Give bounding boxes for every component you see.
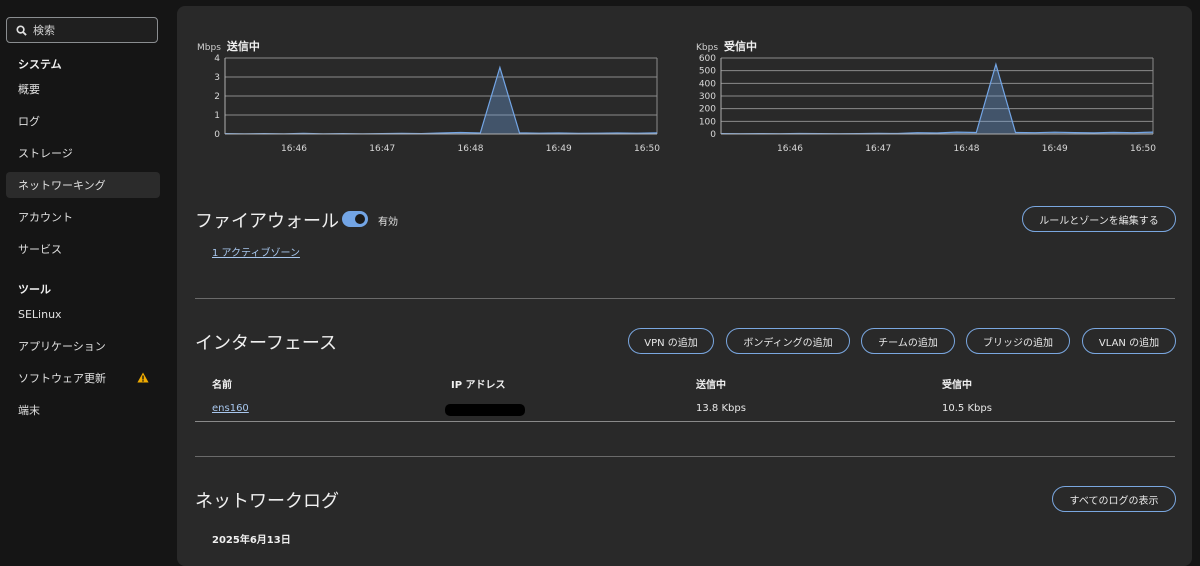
send-chart-y-tick-label: 2 bbox=[214, 92, 220, 102]
sidebar-item-label: 端末 bbox=[18, 404, 40, 417]
send-chart-unit: Mbps bbox=[197, 43, 221, 53]
receive-chart-unit: Kbps bbox=[696, 43, 719, 53]
receive-chart-series-line bbox=[720, 62, 1154, 135]
sidebar-item-logs[interactable]: ログ bbox=[6, 108, 160, 134]
show-all-logs-button[interactable]: すべてのログの表示 bbox=[1052, 486, 1176, 512]
sidebar-item-networking[interactable]: ネットワーキング bbox=[6, 172, 160, 198]
redacted-ip-address bbox=[445, 404, 525, 416]
send-chart-y-tick-label: 3 bbox=[214, 73, 220, 83]
interface-sending: 13.8 Kbps bbox=[696, 403, 746, 414]
receive-chart-x-tick-label: 16:47 bbox=[865, 144, 891, 154]
send-chart-x-tick-label: 16:49 bbox=[546, 144, 572, 154]
sidebar-item-applications[interactable]: アプリケーション bbox=[6, 333, 160, 359]
sidebar-item-label: アプリケーション bbox=[18, 340, 106, 353]
receive-chart-x-tick-label: 16:48 bbox=[954, 144, 980, 154]
send-chart-x-tick-label: 16:50 bbox=[634, 144, 660, 154]
column-header-ip-address[interactable]: IP アドレス bbox=[451, 376, 506, 391]
receive-chart-y-tick-label: 0 bbox=[710, 130, 716, 140]
sidebar: 検索 システム 概要 ログ ストレージ ネットワーキング アカウント サービス … bbox=[0, 0, 168, 551]
tools-heading: ツール bbox=[18, 283, 51, 296]
edit-rules-zones-button[interactable]: ルールとゾーンを編集する bbox=[1022, 206, 1176, 232]
receive-chart-y-tick-label: 300 bbox=[699, 92, 716, 102]
sidebar-item-overview[interactable]: 概要 bbox=[6, 76, 160, 102]
sidebar-item-label: ソフトウェア更新 bbox=[18, 372, 106, 385]
add-team-button[interactable]: チームの追加 bbox=[861, 328, 955, 354]
receive-chart-y-tick-label: 600 bbox=[699, 54, 716, 64]
sidebar-item-label: サービス bbox=[18, 243, 62, 256]
send-chart-y-tick-label: 1 bbox=[214, 111, 220, 121]
add-vpn-button[interactable]: VPN の追加 bbox=[628, 328, 714, 354]
search-icon bbox=[16, 24, 27, 36]
firewall-status: 有効 bbox=[378, 217, 398, 228]
search-placeholder: 検索 bbox=[33, 24, 55, 37]
warning-icon bbox=[137, 372, 149, 383]
system-heading: システム bbox=[18, 58, 62, 71]
receive-chart-y-tick-label: 200 bbox=[699, 105, 716, 115]
firewall-title: ファイアウォール bbox=[195, 211, 339, 232]
send-chart-y-tick-label: 0 bbox=[214, 130, 220, 140]
table-row-divider bbox=[195, 421, 1175, 422]
sidebar-item-label: アカウント bbox=[18, 211, 73, 224]
sidebar-item-selinux[interactable]: SELinux bbox=[6, 301, 160, 327]
sidebar-item-label: ログ bbox=[18, 115, 40, 128]
main-panel: Mbps 送信中 0 1 2 3 4 16:46 16:47 16:48 16:49 16:50 K… bbox=[177, 6, 1192, 566]
add-vlan-button[interactable]: VLAN の追加 bbox=[1082, 328, 1176, 354]
send-chart-y-tick-label: 4 bbox=[214, 54, 220, 64]
receive-chart-y-tick-label: 100 bbox=[699, 117, 716, 127]
column-header-name[interactable]: 名前 bbox=[212, 376, 232, 391]
send-chart-x-tick-label: 16:46 bbox=[281, 144, 307, 154]
receive-chart-label: 受信中 bbox=[724, 40, 758, 53]
sidebar-item-label: 概要 bbox=[18, 83, 40, 96]
firewall-toggle[interactable] bbox=[342, 211, 368, 227]
receive-chart-title: Kbps 受信中 bbox=[696, 38, 757, 54]
sidebar-item-label: SELinux bbox=[18, 307, 62, 321]
search-input[interactable]: 検索 bbox=[6, 17, 158, 43]
active-zones-link[interactable]: 1 アクティブゾーン bbox=[212, 244, 300, 259]
send-chart: 0 1 2 3 4 16:46 16:47 16:48 16:49 16:50 bbox=[214, 54, 660, 154]
interface-receiving: 10.5 Kbps bbox=[942, 403, 992, 414]
column-header-receiving[interactable]: 受信中 bbox=[942, 376, 972, 391]
add-bridge-button[interactable]: ブリッジの追加 bbox=[966, 328, 1070, 354]
receive-chart-series-area bbox=[721, 64, 1153, 134]
receive-chart-x-tick-label: 16:46 bbox=[777, 144, 803, 154]
interface-name-link[interactable]: ens160 bbox=[212, 403, 249, 414]
sidebar-item-terminal[interactable]: 端末 bbox=[6, 397, 160, 423]
sidebar-item-accounts[interactable]: アカウント bbox=[6, 204, 160, 230]
send-chart-title: Mbps 送信中 bbox=[197, 38, 260, 54]
divider bbox=[195, 456, 1175, 457]
sidebar-item-storage[interactable]: ストレージ bbox=[6, 140, 160, 166]
send-chart-x-tick-label: 16:48 bbox=[458, 144, 484, 154]
receive-chart-x-tick-label: 16:49 bbox=[1042, 144, 1068, 154]
log-date: 2025年6月13日 bbox=[212, 535, 291, 546]
add-bond-button[interactable]: ボンディングの追加 bbox=[726, 328, 850, 354]
network-log-title: ネットワークログ bbox=[195, 491, 339, 512]
receive-chart-y-tick-label: 400 bbox=[699, 79, 716, 89]
interfaces-title: インターフェース bbox=[195, 333, 338, 354]
divider bbox=[195, 298, 1175, 299]
column-header-sending[interactable]: 送信中 bbox=[696, 376, 726, 391]
sidebar-item-software-updates[interactable]: ソフトウェア更新 bbox=[6, 365, 160, 391]
sidebar-item-label: ネットワーキング bbox=[18, 179, 106, 192]
send-chart-x-tick-label: 16:47 bbox=[369, 144, 395, 154]
receive-chart: 0 100 200 300 400 500 600 16:46 16:47 16:48 16:49 1… bbox=[699, 54, 1156, 154]
sidebar-item-services[interactable]: サービス bbox=[6, 236, 160, 262]
receive-chart-y-tick-label: 500 bbox=[699, 67, 716, 77]
sidebar-item-label: ストレージ bbox=[18, 147, 73, 160]
receive-chart-x-tick-label: 16:50 bbox=[1130, 144, 1156, 154]
toggle-knob bbox=[355, 214, 365, 224]
send-chart-label: 送信中 bbox=[226, 40, 260, 53]
